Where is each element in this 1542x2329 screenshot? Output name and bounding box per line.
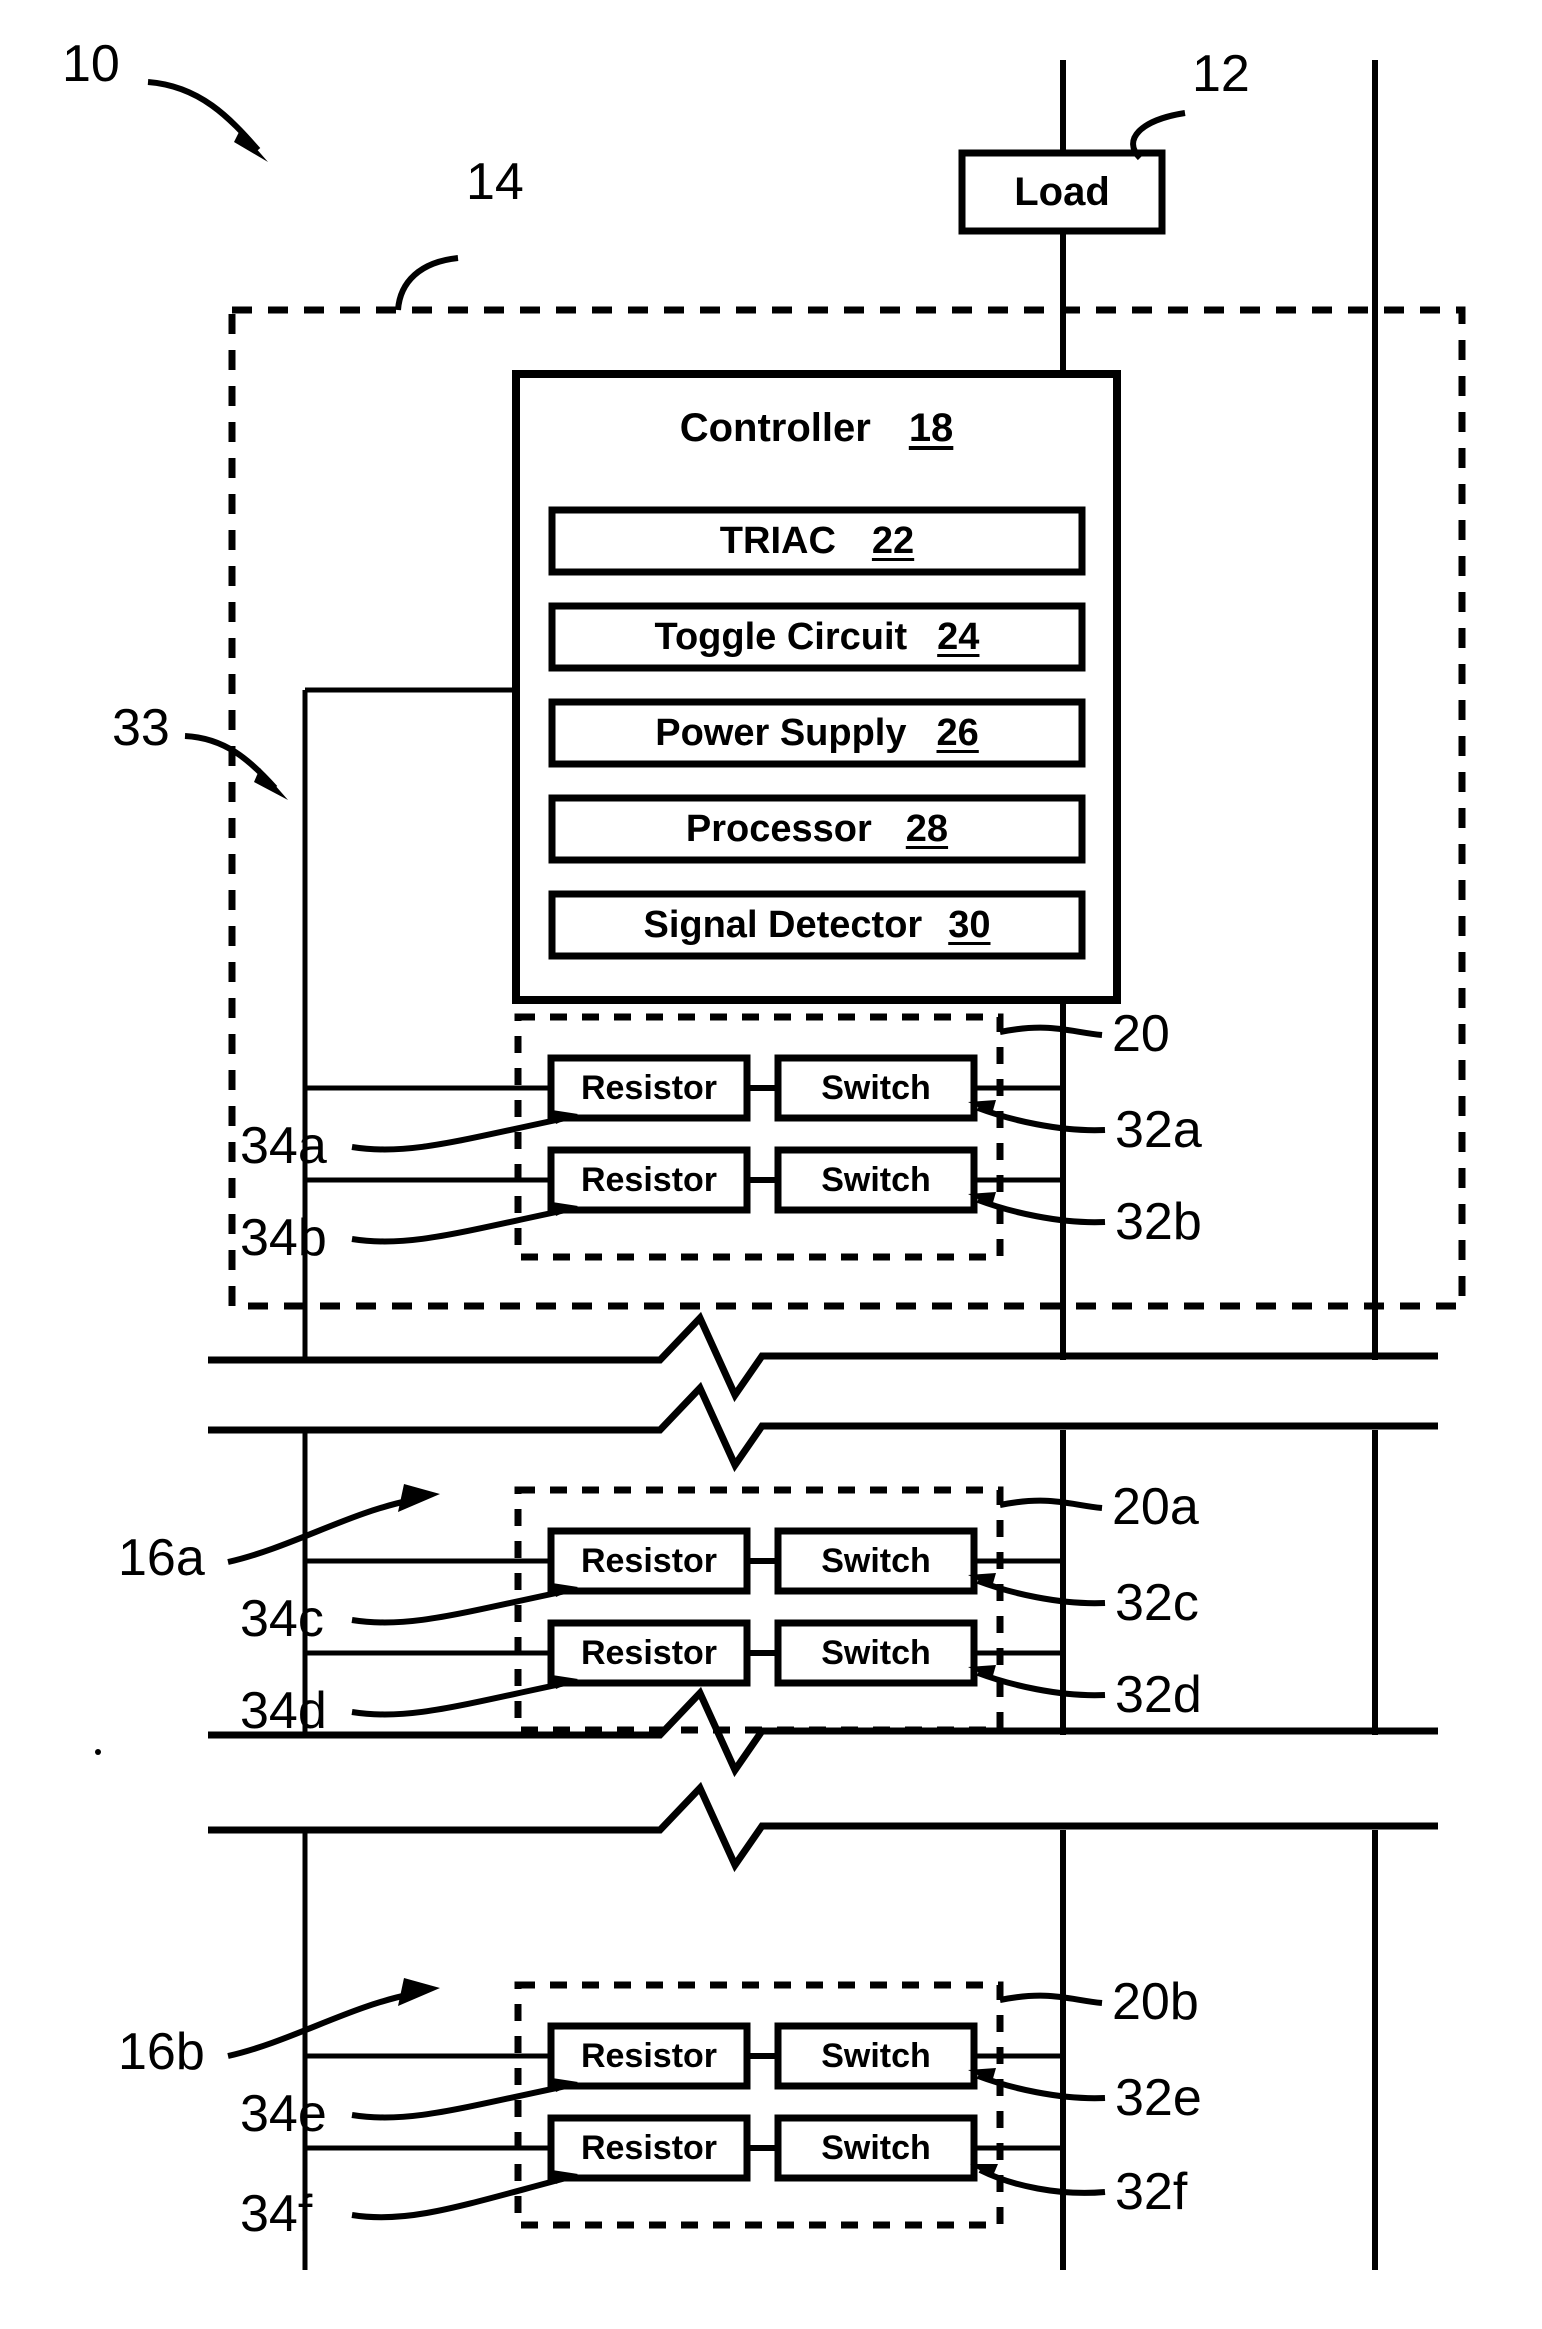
- group-20b-rowB-switch-label: Switch: [821, 2128, 931, 2167]
- controller-block-processor-label: Processor: [685, 807, 872, 850]
- ref-12-label: 12: [1192, 45, 1250, 103]
- controller-block-triac-label: TRIAC: [719, 519, 836, 562]
- ref-32e-label: 32e: [1115, 2069, 1202, 2127]
- break1-rail-bottom: [208, 1381, 1438, 1473]
- leader-20: [999, 1024, 1103, 1038]
- ref-20-label: 20: [1112, 1005, 1170, 1063]
- leader-16a-arrowhead: [398, 1484, 440, 1512]
- leader-16b: [227, 1991, 413, 2059]
- controller-block-triac-content: TRIAC 22: [552, 510, 1082, 572]
- ref-16b-label: 16b: [118, 2023, 205, 2081]
- group-20a-rowB-resistor-label: Resistor: [580, 1633, 718, 1672]
- leader-20b: [999, 1992, 1103, 2006]
- group-20a-rowB-switch-label: Switch: [821, 1633, 931, 1672]
- load-label: Load: [1014, 169, 1110, 214]
- ref-20a-label: 20a: [1112, 1478, 1199, 1536]
- break1-rail-top: [208, 1311, 1438, 1403]
- break2-rail-bottom: [208, 1781, 1438, 1873]
- controller-block-detector-ref: 30: [948, 903, 991, 946]
- ref-34b-label: 34b: [240, 1209, 327, 1267]
- ref-32a-label: 32a: [1115, 1101, 1202, 1159]
- ref-32f-label: 32f: [1115, 2163, 1188, 2221]
- controller-block-detector-label: Signal Detector: [643, 903, 923, 946]
- leader-20a: [999, 1497, 1103, 1511]
- controller-block-detector-content: Signal Detector 30: [552, 894, 1082, 956]
- leader-14: [395, 255, 459, 311]
- ref-34a-label: 34a: [240, 1117, 327, 1175]
- group-20-rowA-resistor-label: Resistor: [580, 1068, 718, 1107]
- scan-artifact-dot: [95, 1749, 101, 1755]
- patent-figure: 10 Load 12 14 33 Controller 18 TRIAC 22 …: [0, 0, 1542, 2329]
- controller-block-toggle-content: Toggle Circuit 24: [552, 606, 1082, 668]
- group-20-dashed-box: [514, 1013, 1004, 1261]
- ref-32b-label: 32b: [1115, 1193, 1202, 1251]
- leader-33-arrowhead: [254, 768, 288, 800]
- group-20a-rowA-resistor-label: Resistor: [580, 1541, 718, 1580]
- leader-34a: [351, 1115, 567, 1153]
- group-20b-rowB-resistor-label: Resistor: [580, 2128, 718, 2167]
- ref-32c-label: 32c: [1115, 1574, 1199, 1632]
- ref-20b-label: 20b: [1112, 1973, 1199, 2031]
- leader-16a: [227, 1497, 413, 1565]
- ref-14-label: 14: [466, 153, 524, 211]
- ref-10-label: 10: [62, 35, 120, 93]
- controller-block-power-ref: 26: [936, 711, 979, 754]
- group-20-rowA-switch-label: Switch: [821, 1068, 931, 1107]
- controller-block-triac-ref: 22: [871, 519, 915, 562]
- group-20-rowB-switch-label: Switch: [821, 1160, 931, 1199]
- ref-34f-label: 34f: [240, 2185, 313, 2243]
- break2-rail-top: [208, 1686, 1438, 1778]
- controller-ref: 18: [908, 405, 954, 450]
- ref-34c-label: 34c: [240, 1590, 324, 1648]
- leader-34d: [351, 1680, 567, 1718]
- controller-block-toggle-label: Toggle Circuit: [654, 615, 908, 658]
- leader-34b: [351, 1207, 567, 1245]
- ref-34e-label: 34e: [240, 2085, 327, 2143]
- controller-title: Controller: [679, 405, 871, 450]
- group-20a-dashed-box: [514, 1486, 1004, 1734]
- controller-block-power-label: Power Supply: [655, 711, 907, 754]
- group-20b-rowA-switch-label: Switch: [821, 2036, 931, 2075]
- leader-34f: [351, 2175, 567, 2221]
- leader-34c: [351, 1588, 567, 1626]
- group-20a-rowA-switch-label: Switch: [821, 1541, 931, 1580]
- group-20-rowB-resistor-label: Resistor: [580, 1160, 718, 1199]
- ref-34d-label: 34d: [240, 1682, 327, 1740]
- group-20b-rowA-resistor-label: Resistor: [580, 2036, 718, 2075]
- controller-title-row: Controller 18: [516, 398, 1117, 458]
- controller-block-power-content: Power Supply 26: [552, 702, 1082, 764]
- group-20b-dashed-box: [514, 1981, 1004, 2229]
- diagram-linework: [95, 60, 1466, 2270]
- leader-16b-arrowhead: [398, 1978, 440, 2006]
- ref-32d-label: 32d: [1115, 1666, 1202, 1724]
- leader-34e: [351, 2083, 567, 2121]
- controller-block-processor-content: Processor 28: [552, 798, 1082, 860]
- leader-10-arrowhead: [234, 130, 268, 162]
- controller-block-processor-ref: 28: [905, 807, 949, 850]
- controller-block-toggle-ref: 24: [937, 615, 980, 658]
- ref-33-label: 33: [112, 699, 170, 757]
- ref-16a-label: 16a: [118, 1529, 205, 1587]
